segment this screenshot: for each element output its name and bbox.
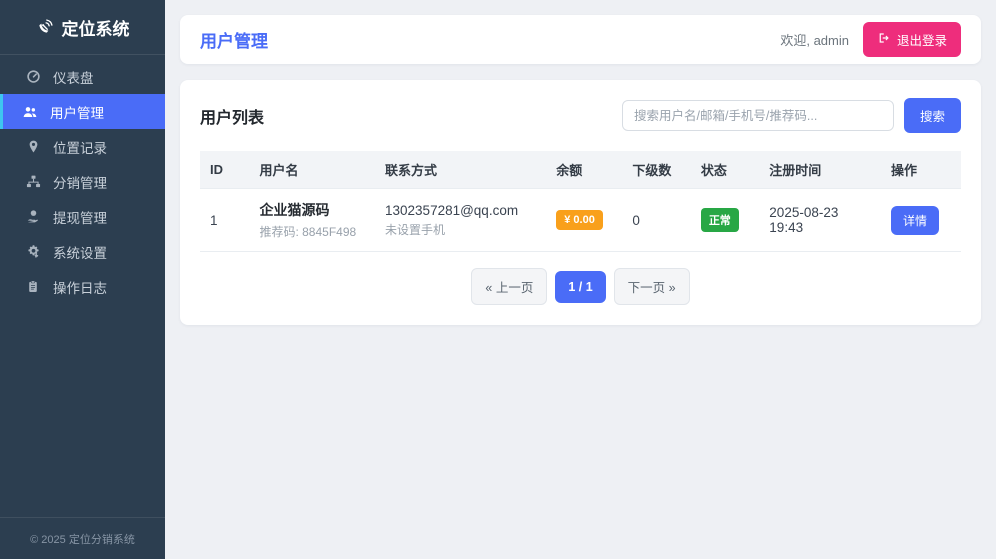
users-icon: [22, 104, 38, 120]
referral-code-text: 推荐码: 8845F498: [259, 225, 357, 239]
welcome-text: 欢迎, admin: [780, 33, 849, 48]
sidebar-item-withdrawals[interactable]: 提现管理: [0, 199, 165, 234]
hand-holding-money-icon: [25, 209, 41, 225]
sidebar-menu: 仪表盘 用户管理 位置记录 分销管理 提现管理 系统设置 操作日志: [0, 55, 165, 304]
map-marker-icon: [25, 139, 41, 155]
sidebar-item-label: 分销管理: [53, 175, 107, 191]
sidebar-item-dashboard[interactable]: 仪表盘: [0, 59, 165, 94]
logout-button[interactable]: 退出登录: [862, 22, 961, 57]
col-registered: 注册时间: [769, 163, 822, 178]
col-balance: 余额: [556, 163, 583, 178]
app-logo: 定位系统: [0, 0, 165, 55]
sidebar-footer: © 2025 定位分销系统: [0, 517, 165, 559]
card-title: 用户列表: [200, 109, 265, 127]
sidebar-item-label: 系统设置: [53, 245, 107, 261]
sidebar-item-label: 用户管理: [50, 105, 104, 121]
phone-text: 未设置手机: [385, 222, 446, 237]
sidebar: 定位系统 仪表盘 用户管理 位置记录 分销管理 提现管理 系统设置 操作日志 ©…: [0, 0, 165, 559]
sidebar-item-label: 位置记录: [53, 140, 107, 156]
cell-username: 企业猫源码 推荐码: 8845F498: [249, 189, 375, 252]
col-status: 状态: [700, 163, 727, 178]
main-area: 用户管理 欢迎, admin 退出登录 用户列表 搜索用户名/邮箱/手机号/推荐…: [165, 0, 996, 559]
sidebar-item-label: 提现管理: [53, 210, 107, 226]
search-area: 搜索: [621, 98, 961, 133]
page-header: 用户管理 欢迎, admin 退出登录: [180, 15, 981, 64]
app-title: 定位系统: [61, 19, 130, 39]
sidebar-item-settings[interactable]: 系统设置: [0, 234, 165, 269]
page-title: 用户管理: [200, 32, 268, 51]
cell-contact: 1302357281@qq.com 未设置手机: [375, 189, 546, 252]
cell-id: 1: [210, 212, 218, 228]
detail-button[interactable]: 详情: [891, 205, 940, 235]
col-subordinates: 下级数: [632, 163, 672, 178]
cell-status: 正常: [691, 189, 759, 252]
table-header-row: ID 用户名 联系方式 余额 下级数 状态 注册时间 操作: [200, 151, 961, 189]
email-text: 1302357281@qq.com: [385, 202, 519, 218]
search-button[interactable]: 搜索: [903, 98, 961, 133]
cell-registered: 2025-08-23 19:43: [769, 205, 839, 235]
col-contact: 联系方式: [385, 163, 438, 178]
cell-balance: ¥ 0.00: [546, 189, 622, 252]
prev-page-button[interactable]: « 上一页: [471, 268, 548, 305]
sidebar-item-distribution[interactable]: 分销管理: [0, 164, 165, 199]
clipboard-icon: [25, 279, 41, 295]
sidebar-item-label: 仪表盘: [53, 70, 94, 86]
logout-label: 退出登录: [896, 34, 947, 48]
pagination: « 上一页 1 / 1 下一页 »: [200, 268, 961, 305]
gauge-icon: [25, 69, 41, 85]
col-username: 用户名: [259, 163, 299, 178]
balance-badge: ¥ 0.00: [556, 210, 603, 230]
current-page-indicator: 1 / 1: [555, 270, 606, 303]
card-head: 用户列表 搜索: [200, 98, 961, 133]
sidebar-item-logs[interactable]: 操作日志: [0, 269, 165, 304]
next-page-button[interactable]: 下一页 »: [613, 268, 690, 305]
search-input[interactable]: [621, 100, 894, 131]
sidebar-item-locations[interactable]: 位置记录: [0, 129, 165, 164]
sidebar-item-label: 操作日志: [53, 280, 107, 296]
col-actions: 操作: [891, 163, 918, 178]
sitemap-icon: [25, 174, 41, 190]
user-table: ID 用户名 联系方式 余额 下级数 状态 注册时间 操作 1 企业猫源码 推荐…: [200, 151, 961, 252]
satellite-dish-icon: [36, 18, 54, 36]
cell-subordinates: 0: [632, 212, 640, 228]
sign-out-icon: [877, 32, 890, 47]
table-row: 1 企业猫源码 推荐码: 8845F498 1302357281@qq.com …: [200, 188, 961, 252]
username-text: 企业猫源码: [259, 202, 330, 218]
col-id: ID: [210, 162, 223, 177]
gears-icon: [25, 244, 41, 260]
sidebar-item-users[interactable]: 用户管理: [0, 94, 165, 129]
status-badge: 正常: [700, 208, 739, 232]
user-list-card: 用户列表 搜索 ID 用户名 联系方式 余额 下级数 状态 注册时间: [180, 80, 981, 325]
header-right: 欢迎, admin 退出登录: [780, 22, 961, 57]
cell-actions: 详情: [881, 189, 961, 252]
